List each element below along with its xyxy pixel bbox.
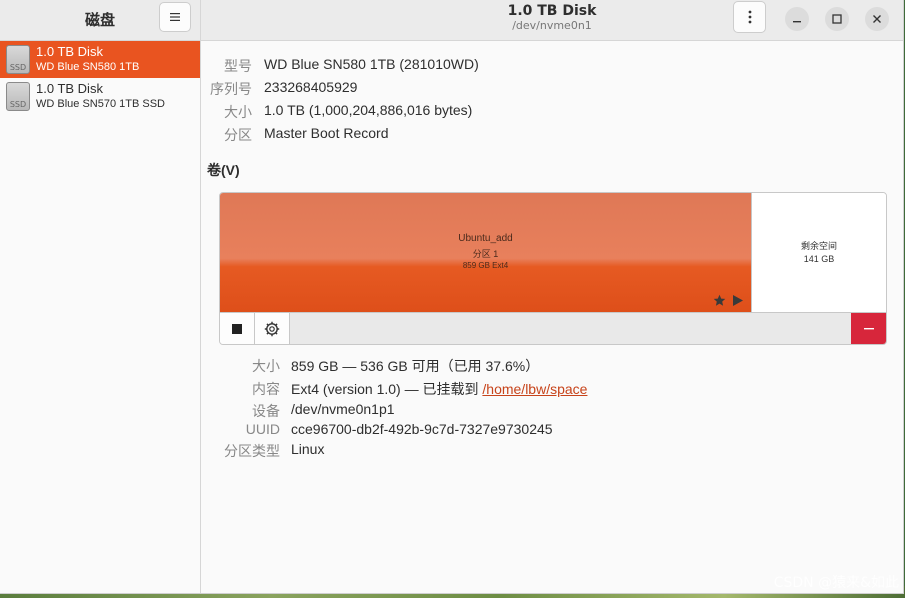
disk-list-item[interactable]: SSD 1.0 TB Disk WD Blue SN570 1TB SSD [0,78,200,115]
volume-toolbar [220,312,886,344]
vertical-dots-menu-icon [748,10,751,24]
star-icon [713,294,726,306]
contents-value: Ext4 (version 1.0) — 已挂载到 /home/lbw/spac… [291,379,587,399]
partitioning-value: Master Boot Record [264,125,389,141]
minimize-button[interactable] [785,7,809,31]
ssd-icon: SSD [6,82,30,111]
main-header: 1.0 TB Disk /dev/nvme0n1 [201,0,903,41]
unmount-button[interactable] [220,313,255,344]
partition-name: Ubuntu_add [458,233,513,244]
uuid-label: UUID [245,421,280,437]
model-label: 型号 [224,58,252,74]
disk-menu-button[interactable] [733,1,766,33]
sidebar-menu-button[interactable] [159,2,191,32]
device-label: 设备 [252,403,280,419]
volume-size-label: 大小 [252,358,280,374]
volume-size-value: 859 GB — 536 GB 可用（已用 37.6%） [291,358,540,374]
hamburger-menu-icon [170,13,180,21]
disk-item-name: 1.0 TB Disk [36,44,103,59]
partition-settings-button[interactable] [255,313,290,344]
free-space-label: 剩余空间 [800,241,837,251]
size-value: 1.0 TB (1,000,204,886,016 bytes) [264,102,473,118]
volumes-heading: 卷(V) [207,162,240,178]
partition-type-label: 分区类型 [224,443,280,459]
partition-summary: 859 GB Ext4 [462,261,509,270]
contents-text: Ext4 (version 1.0) — 已挂载到 [291,381,483,397]
device-value: /dev/nvme0n1p1 [291,401,395,417]
minimize-icon [793,21,801,23]
serial-label: 序列号 [210,81,252,97]
partition-block[interactable]: Ubuntu_add 分区 1 859 GB Ext4 [220,193,752,312]
volume-graph: Ubuntu_add 分区 1 859 GB Ext4 剩余空间 141 GB [219,192,887,345]
ssd-icon: SSD [6,45,30,74]
disk-item-name: 1.0 TB Disk [36,81,103,96]
sidebar-header: 磁盘 [0,0,201,41]
mounted-play-icon [733,295,743,306]
contents-label: 内容 [252,381,280,397]
maximize-icon [832,14,842,24]
disks-window: 磁盘 1.0 TB Disk /dev/nvme0n1 SSD 1.0 TB D… [0,0,904,594]
watermark: CSDN @猿来&如此 [773,575,899,591]
disk-list-item[interactable]: SSD 1.0 TB Disk WD Blue SN580 1TB [0,41,200,78]
disk-item-model: WD Blue SN570 1TB SSD [36,98,165,110]
disk-list: SSD 1.0 TB Disk WD Blue SN580 1TB SSD 1.… [0,41,201,593]
gear-icon [264,321,280,337]
size-label: 大小 [224,104,252,120]
minus-icon [863,328,874,330]
serial-value: 233268405929 [264,79,358,95]
partitioning-label: 分区 [224,127,252,143]
disk-item-model: WD Blue SN580 1TB [36,61,140,73]
delete-partition-button[interactable] [851,313,886,344]
model-value: WD Blue SN580 1TB (281010WD) [264,56,479,72]
free-space-block[interactable]: 剩余空间 141 GB [752,193,886,312]
uuid-value: cce96700-db2f-492b-9c7d-7327e9730245 [291,421,553,437]
free-space-size: 141 GB [803,254,835,264]
partition-type-value: Linux [291,441,325,457]
close-icon [873,15,881,23]
partition-number: 分区 1 [472,249,499,259]
stop-icon [232,324,242,334]
maximize-button[interactable] [825,7,849,31]
mount-point-link[interactable]: /home/lbw/space [482,381,587,397]
close-button[interactable] [865,7,889,31]
